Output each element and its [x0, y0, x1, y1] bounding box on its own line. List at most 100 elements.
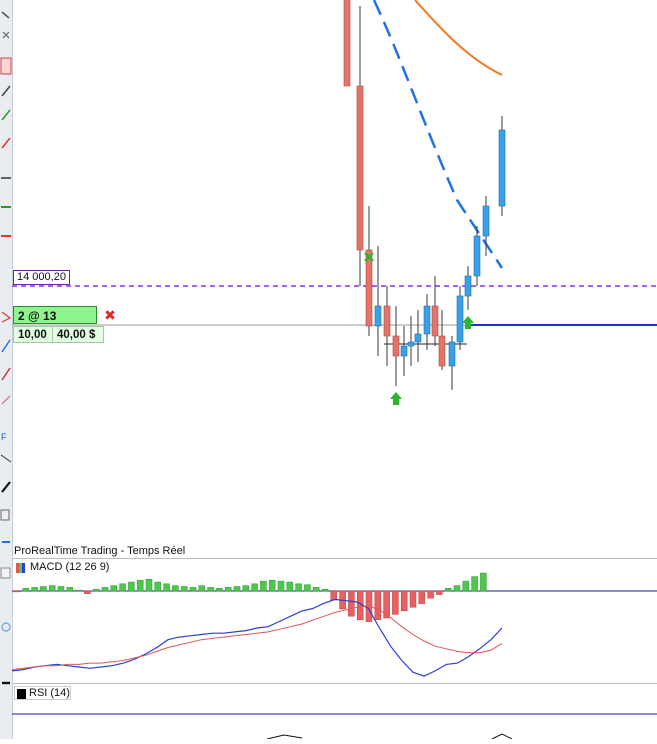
- macd-histogram-bar: [392, 590, 399, 615]
- candle-body: [448, 341, 456, 367]
- macd-histogram-bar: [40, 586, 47, 592]
- eraser-icon[interactable]: F: [0, 432, 12, 463]
- macd-histogram-bar: [172, 585, 179, 592]
- macd-histogram-bar: [119, 583, 126, 592]
- macd-histogram: [13, 572, 487, 622]
- moving-average-line: [414, 0, 503, 76]
- candle-body: [407, 341, 415, 347]
- svg-text:F: F: [1, 432, 7, 442]
- candle-body: [414, 333, 422, 343]
- pointer-icon[interactable]: [1, 11, 10, 19]
- macd-histogram-bar: [145, 579, 153, 592]
- app-title: ProRealTime Trading - Temps Réel: [14, 545, 186, 557]
- macd-line: [12, 598, 503, 677]
- signal-line: [12, 605, 503, 671]
- macd-histogram-bar: [31, 587, 38, 592]
- macd-histogram-bar: [189, 587, 197, 592]
- macd-histogram-bar: [444, 588, 452, 592]
- candles: [343, 0, 506, 390]
- macd-histogram-bar: [84, 590, 91, 594]
- macd-histogram-bar: [418, 590, 426, 604]
- macd-histogram-bar: [251, 583, 258, 592]
- macd-histogram-bar: [286, 581, 294, 592]
- macd-histogram-bar: [101, 587, 109, 592]
- macd-histogram-bar: [216, 588, 223, 592]
- macd-histogram-bar: [330, 590, 338, 601]
- macd-histogram-bar: [268, 579, 276, 592]
- macd-histogram-bar: [163, 583, 170, 592]
- buy-signal-icon: [462, 316, 474, 329]
- macd-histogram-bar: [471, 576, 478, 592]
- candle-body: [400, 345, 408, 357]
- candle-body: [438, 335, 446, 367]
- macd-histogram-bar: [304, 584, 311, 592]
- candle-body: [392, 335, 400, 357]
- macd-histogram-bar: [233, 586, 241, 592]
- candle-body: [423, 305, 431, 335]
- candle-body: [482, 205, 490, 237]
- macd-label[interactable]: MACD (12 26 9): [14, 561, 110, 573]
- order-quantity: 10,00: [13, 326, 53, 343]
- arrow-icon[interactable]: [1, 339, 11, 353]
- macd-histogram-bar: [57, 586, 65, 592]
- candle-body: [498, 129, 506, 207]
- macd-histogram-bar: [224, 587, 232, 592]
- price-level-label[interactable]: 14 000,20: [13, 270, 70, 285]
- pitchfork-icon[interactable]: [0, 481, 11, 521]
- macd-histogram-bar: [462, 580, 470, 592]
- trend-up-icon[interactable]: [1, 137, 11, 149]
- rsi-label-text: RSI (14): [29, 687, 70, 699]
- macd-histogram-bar: [321, 588, 329, 592]
- macd-histogram-bar: [136, 579, 144, 592]
- macd-histogram-bar: [312, 587, 320, 592]
- macd-histogram-bar: [260, 580, 267, 592]
- price-chart[interactable]: [12, 0, 657, 545]
- settings-icon[interactable]: [1, 622, 11, 685]
- macd-histogram-bar: [453, 585, 461, 592]
- rsi-color-swatch: [17, 689, 26, 699]
- macd-histogram-bar: [207, 587, 214, 592]
- candle-body: [383, 305, 391, 337]
- macd-histogram-bar: [436, 590, 443, 595]
- macd-histogram-bar: [374, 590, 382, 621]
- macd-pane[interactable]: [12, 558, 657, 684]
- macd-histogram-bar: [22, 588, 30, 592]
- trash-icon[interactable]: [0, 541, 11, 579]
- candle-body: [356, 85, 364, 251]
- macd-label-text: MACD (12 26 9): [30, 561, 110, 573]
- macd-histogram-bar: [75, 589, 82, 592]
- macd-histogram-bar: [409, 590, 417, 608]
- move-icon[interactable]: [2, 31, 10, 39]
- magnet-icon[interactable]: [0, 57, 12, 75]
- macd-histogram-bar: [13, 590, 21, 593]
- close-order-icon[interactable]: ✖: [102, 306, 118, 324]
- rsi-line: [266, 733, 513, 739]
- order-ticket[interactable]: 2 @ 13 997,75 ✖ 10,00 40,00 $: [13, 306, 120, 344]
- macd-histogram-bar: [154, 581, 162, 592]
- macd-histogram-bar: [128, 581, 135, 592]
- candle-body: [343, 0, 351, 87]
- macd-histogram-bar: [427, 590, 434, 599]
- buy-signal-icon: [390, 392, 402, 405]
- order-label[interactable]: 2 @ 13 997,75: [13, 306, 97, 341]
- toolbar-icons: F: [0, 11, 12, 685]
- macd-histogram-bar: [400, 590, 408, 612]
- macd-histogram-bar: [66, 587, 74, 592]
- macd-histogram-bar: [348, 590, 355, 617]
- line-icon[interactable]: [1, 85, 11, 97]
- rsi-pane[interactable]: [12, 684, 657, 739]
- candle-body: [374, 305, 382, 327]
- rsi-label[interactable]: RSI (14): [14, 686, 71, 700]
- candle-body: [365, 249, 373, 327]
- candle-body: [464, 275, 472, 297]
- ray-icon[interactable]: [1, 109, 11, 121]
- text-icon[interactable]: [1, 311, 12, 323]
- macd-color-swatch-blue: [22, 563, 25, 573]
- macd-histogram-bar: [277, 580, 285, 592]
- candle-body: [473, 235, 481, 277]
- macd-histogram-bar: [242, 585, 250, 592]
- macd-histogram-bar: [92, 588, 100, 592]
- macd-histogram-bar: [180, 586, 188, 592]
- brush-icon[interactable]: [1, 367, 11, 405]
- price-overlays: [12, 0, 657, 345]
